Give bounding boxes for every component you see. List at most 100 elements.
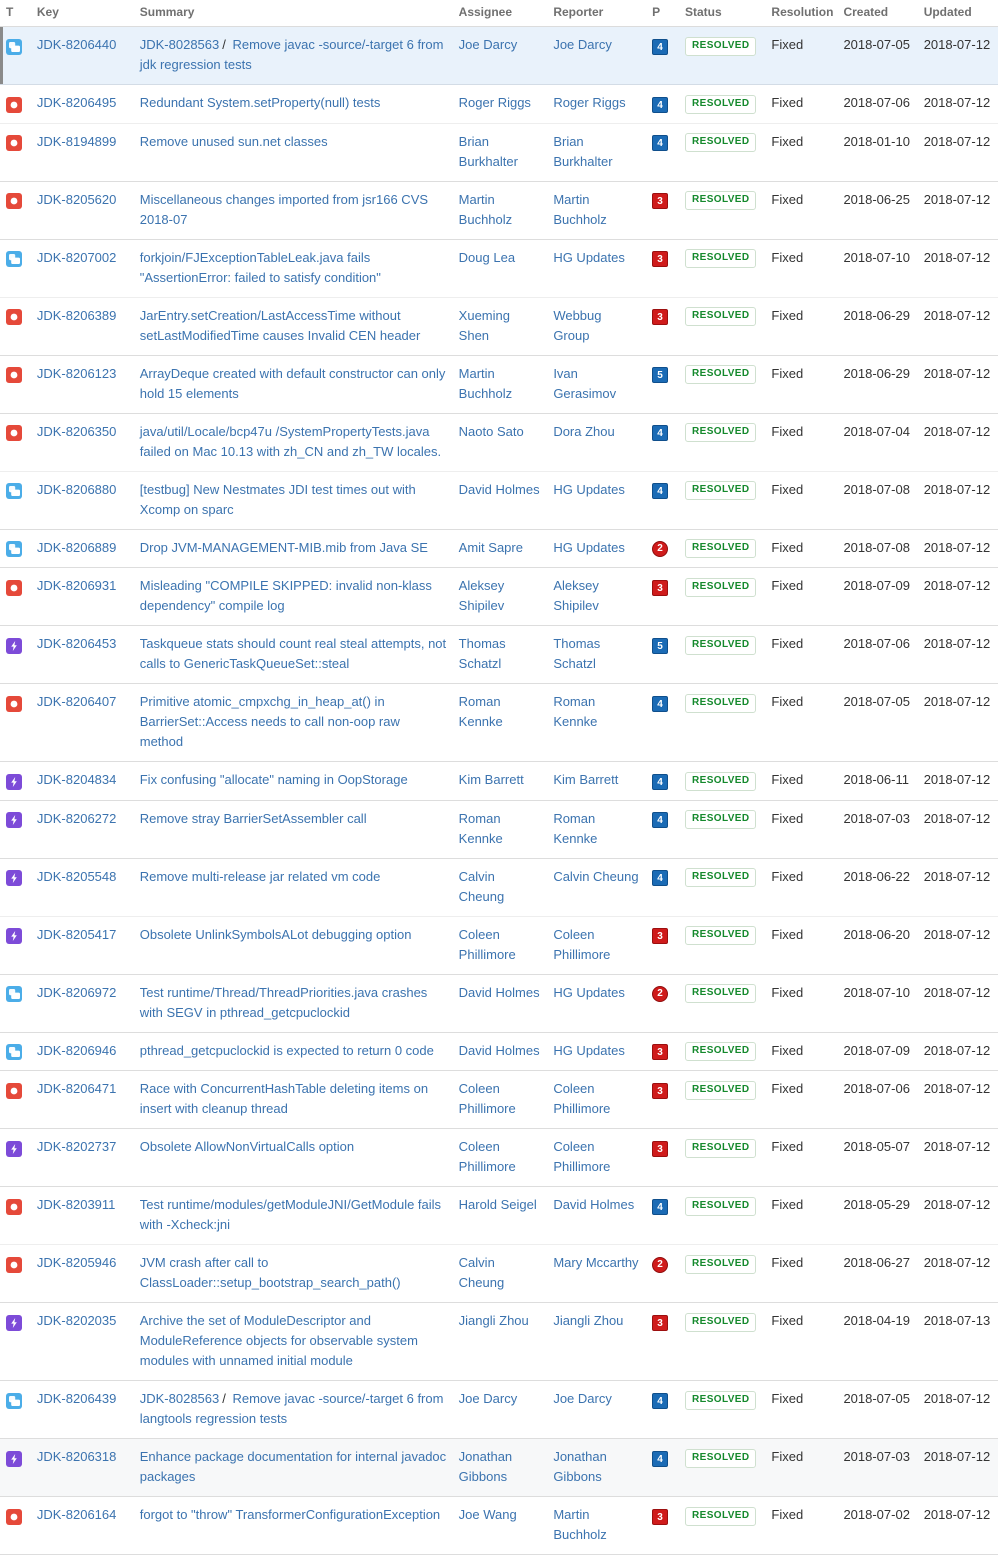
issue-summary-link[interactable]: Misleading "COMPILE SKIPPED: invalid non… — [140, 578, 432, 613]
column-header-key[interactable]: Key — [30, 0, 134, 27]
reporter-link[interactable]: Coleen Phillimore — [553, 927, 610, 962]
assignee-link[interactable]: Harold Seigel — [459, 1197, 537, 1212]
issue-key-link[interactable]: JDK-8205417 — [37, 927, 117, 942]
reporter-link[interactable]: Webbug Group — [553, 308, 601, 343]
issue-summary-link[interactable]: Remove unused sun.net classes — [140, 134, 328, 149]
reporter-link[interactable]: HG Updates — [553, 250, 625, 265]
issue-key-link[interactable]: JDK-8206889 — [37, 540, 117, 555]
table-row[interactable]: JDK-8206389 JarEntry.setCreation/LastAcce… — [0, 297, 998, 356]
table-row[interactable]: JDK-8206471 Race with ConcurrentHashTable… — [0, 1070, 998, 1130]
issue-summary-link[interactable]: [testbug] New Nestmates JDI test times o… — [140, 482, 416, 517]
reporter-link[interactable]: Coleen Phillimore — [553, 1139, 610, 1174]
column-header-updated[interactable]: Updated — [917, 0, 998, 27]
reporter-link[interactable]: Martin Buchholz — [553, 1507, 606, 1542]
issue-key-link[interactable]: JDK-8206972 — [37, 985, 117, 1000]
issue-summary-link[interactable]: Drop JVM-MANAGEMENT-MIB.mib from Java SE — [140, 540, 428, 555]
table-row[interactable]: JDK-8205417 Obsolete UnlinkSymbolsALot de… — [0, 916, 998, 975]
reporter-link[interactable]: Joe Darcy — [553, 1391, 612, 1406]
assignee-link[interactable]: David Holmes — [459, 482, 540, 497]
reporter-link[interactable]: HG Updates — [553, 540, 625, 555]
table-row[interactable]: JDK-8206439 JDK-8028563/ Remove javac -so… — [0, 1380, 998, 1440]
reporter-link[interactable]: Calvin Cheung — [553, 869, 638, 884]
table-row[interactable]: JDK-8206123 ArrayDeque created with defau… — [0, 355, 998, 414]
table-row[interactable]: JDK-8206453 Taskqueue stats should count … — [0, 625, 998, 685]
assignee-link[interactable]: Coleen Phillimore — [459, 1139, 516, 1174]
assignee-link[interactable]: Roman Kennke — [459, 811, 503, 846]
issue-summary-link[interactable]: pthread_getcpuclockid is expected to ret… — [140, 1043, 434, 1058]
issue-summary-link[interactable]: Obsolete AllowNonVirtualCalls option — [140, 1139, 354, 1154]
issue-summary-link[interactable]: forkjoin/FJExceptionTableLeak.java fails… — [140, 250, 381, 285]
reporter-link[interactable]: Jiangli Zhou — [553, 1313, 623, 1328]
reporter-link[interactable]: Ivan Gerasimov — [553, 366, 616, 401]
issue-summary-link[interactable]: JarEntry.setCreation/LastAccessTime with… — [140, 308, 421, 343]
assignee-link[interactable]: Amit Sapre — [459, 540, 523, 555]
assignee-link[interactable]: Martin Buchholz — [459, 366, 512, 401]
issue-key-link[interactable]: JDK-8206880 — [37, 482, 117, 497]
column-header-summary[interactable]: Summary — [133, 0, 453, 27]
reporter-link[interactable]: Mary Mccarthy — [553, 1255, 638, 1270]
assignee-link[interactable]: Martin Buchholz — [459, 192, 512, 227]
reporter-link[interactable]: Aleksey Shipilev — [553, 578, 599, 613]
assignee-link[interactable]: Kim Barrett — [459, 772, 524, 787]
table-row[interactable]: JDK-8205620 Miscellaneous changes importe… — [0, 181, 998, 240]
issue-key-link[interactable]: JDK-8203911 — [37, 1197, 116, 1212]
table-row[interactable]: JDK-8206440 JDK-8028563/ Remove javac -so… — [0, 26, 998, 85]
issue-summary-link[interactable]: Primitive atomic_cmpxchg_in_heap_at() in… — [140, 694, 400, 749]
table-row[interactable]: JDK-8202737 Obsolete AllowNonVirtualCalls… — [0, 1128, 998, 1188]
reporter-link[interactable]: HG Updates — [553, 1043, 625, 1058]
assignee-link[interactable]: Joe Wang — [459, 1507, 517, 1522]
assignee-link[interactable]: Naoto Sato — [459, 424, 524, 439]
assignee-link[interactable]: David Holmes — [459, 985, 540, 1000]
issue-key-link[interactable]: JDK-8206164 — [37, 1507, 117, 1522]
reporter-link[interactable]: HG Updates — [553, 482, 625, 497]
assignee-link[interactable]: Calvin Cheung — [459, 869, 505, 904]
assignee-link[interactable]: Thomas Schatzl — [459, 636, 506, 671]
issue-summary-link[interactable]: Remove stray BarrierSetAssembler call — [140, 811, 367, 826]
assignee-link[interactable]: Aleksey Shipilev — [459, 578, 505, 613]
table-row[interactable]: JDK-8202035 Archive the set of ModuleDesc… — [0, 1302, 998, 1382]
reporter-link[interactable]: Thomas Schatzl — [553, 636, 600, 671]
issue-summary-link[interactable]: JVM crash after call to ClassLoader::set… — [140, 1255, 401, 1290]
table-row[interactable]: JDK-8204834 Fix confusing "allocate" nami… — [0, 761, 998, 801]
issue-key-link[interactable]: JDK-8206471 — [37, 1081, 117, 1096]
reporter-link[interactable]: Jonathan Gibbons — [553, 1449, 607, 1484]
issue-key-link[interactable]: JDK-8206495 — [37, 95, 117, 110]
table-row[interactable]: JDK-8206164 forgot to "throw" Transformer… — [0, 1496, 998, 1555]
assignee-link[interactable]: Calvin Cheung — [459, 1255, 505, 1290]
issue-summary-link[interactable]: Test runtime/Thread/ThreadPriorities.jav… — [140, 985, 428, 1020]
table-row[interactable]: JDK-8206350 java/util/Locale/bcp47u /Syst… — [0, 413, 998, 472]
reporter-link[interactable]: Roman Kennke — [553, 811, 597, 846]
column-header-assignee[interactable]: Assignee — [452, 0, 548, 27]
issue-key-link[interactable]: JDK-8206318 — [37, 1449, 117, 1464]
issue-key-link[interactable]: JDK-8202035 — [37, 1313, 117, 1328]
assignee-link[interactable]: Coleen Phillimore — [459, 927, 516, 962]
column-header-status[interactable]: Status — [679, 0, 766, 27]
issue-key-link[interactable]: JDK-8202737 — [37, 1139, 117, 1154]
table-row[interactable]: JDK-8205946 JVM crash after call to Class… — [0, 1244, 998, 1304]
assignee-link[interactable]: Jonathan Gibbons — [459, 1449, 513, 1484]
issue-key-link[interactable]: JDK-8206946 — [37, 1043, 117, 1058]
table-row[interactable]: JDK-8206931 Misleading "COMPILE SKIPPED: … — [0, 567, 998, 627]
column-header-priority[interactable]: P — [646, 0, 679, 27]
issue-key-link[interactable]: JDK-8206453 — [37, 636, 117, 651]
issue-key-link[interactable]: JDK-8206931 — [37, 578, 117, 593]
assignee-link[interactable]: Jiangli Zhou — [459, 1313, 529, 1328]
reporter-link[interactable]: David Holmes — [553, 1197, 634, 1212]
reporter-link[interactable]: Martin Buchholz — [553, 192, 606, 227]
assignee-link[interactable]: Brian Burkhalter — [459, 134, 518, 169]
assignee-link[interactable]: Joe Darcy — [459, 37, 518, 52]
assignee-link[interactable]: Xueming Shen — [459, 308, 510, 343]
reporter-link[interactable]: Roger Riggs — [553, 95, 625, 110]
column-header-reporter[interactable]: Reporter — [547, 0, 647, 27]
issue-key-link[interactable]: JDK-8206440 — [37, 37, 117, 52]
issue-key-link[interactable]: JDK-8205548 — [37, 869, 117, 884]
table-row[interactable]: JDK-8206972 Test runtime/Thread/ThreadPri… — [0, 974, 998, 1033]
reporter-link[interactable]: Brian Burkhalter — [553, 134, 612, 169]
assignee-link[interactable]: Roger Riggs — [459, 95, 531, 110]
table-row[interactable]: JDK-8194899 Remove unused sun.net classes… — [0, 123, 998, 182]
issue-key-link[interactable]: JDK-8205620 — [37, 192, 117, 207]
issue-summary-link[interactable]: Taskqueue stats should count real steal … — [140, 636, 446, 671]
reporter-link[interactable]: Joe Darcy — [553, 37, 612, 52]
issue-summary-link[interactable]: Archive the set of ModuleDescriptor and … — [140, 1313, 418, 1368]
issue-key-link[interactable]: JDK-8204834 — [37, 772, 117, 787]
